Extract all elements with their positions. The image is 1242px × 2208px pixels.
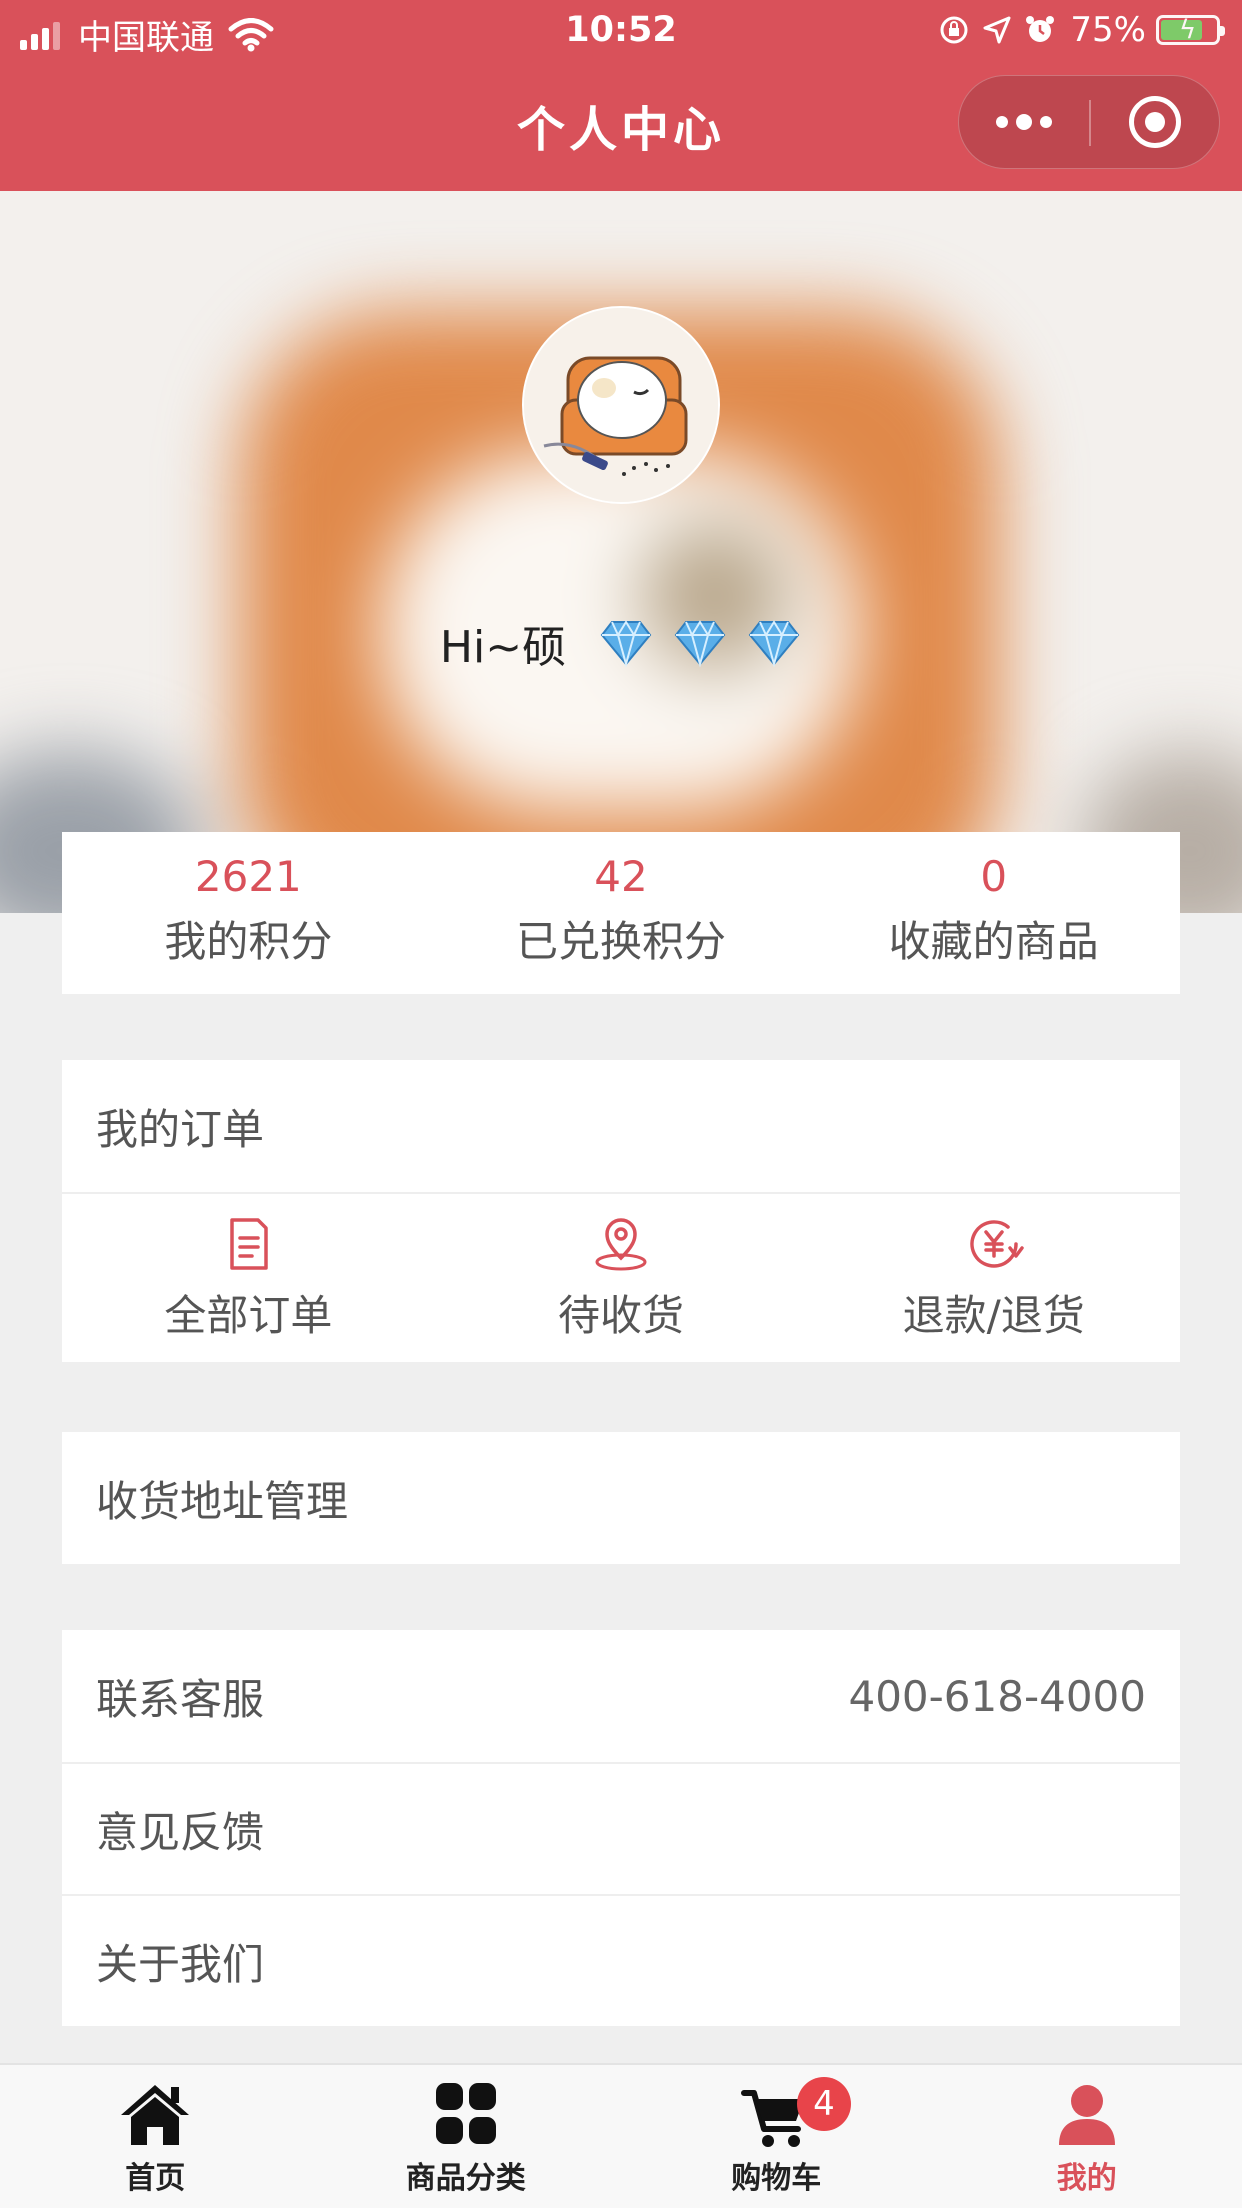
close-mini-program-button[interactable] bbox=[1091, 76, 1219, 168]
feedback-label: 意见反馈 bbox=[96, 1807, 265, 1857]
home-icon bbox=[121, 2085, 190, 2145]
address-management-row[interactable]: 收货地址管理 bbox=[62, 1432, 1180, 1564]
tab-categories[interactable]: 商品分类 bbox=[311, 2065, 622, 2208]
more-dots-icon bbox=[996, 114, 1052, 130]
refund-return-label: 退款/退货 bbox=[902, 1291, 1085, 1340]
battery-icon: ϟ bbox=[1156, 15, 1225, 45]
diamond-icon bbox=[674, 620, 726, 667]
order-shortcuts: 全部订单 待收货 退款/退货 bbox=[62, 1192, 1180, 1362]
tab-cart-label: 购物车 bbox=[731, 2161, 822, 2196]
avatar-image bbox=[524, 308, 718, 502]
location-arrow-icon bbox=[983, 16, 1011, 44]
more-options-button[interactable] bbox=[959, 76, 1089, 168]
profile-header: Hi~硕 bbox=[0, 191, 1242, 913]
user-greeting: Hi~硕 bbox=[439, 622, 567, 673]
stat-favorites[interactable]: 0 收藏的商品 bbox=[807, 832, 1180, 994]
status-bar: 中国联通 10:52 75% ϟ bbox=[0, 0, 1242, 62]
diamond-icon bbox=[748, 620, 800, 667]
refund-return-button[interactable]: 退款/退货 bbox=[807, 1194, 1180, 1362]
service-phone[interactable]: 400-618-4000 bbox=[848, 1672, 1146, 1721]
points-stats-card: 2621 我的积分 42 已兑换积分 0 收藏的商品 bbox=[62, 832, 1180, 994]
about-us-row[interactable]: 关于我们 bbox=[62, 1894, 1180, 2026]
refund-yen-icon bbox=[969, 1220, 1024, 1268]
avatar[interactable] bbox=[522, 306, 720, 504]
member-level-gems bbox=[580, 619, 802, 667]
tab-mine[interactable]: 我的 bbox=[932, 2065, 1242, 2208]
my-orders-label: 我的订单 bbox=[96, 1104, 265, 1154]
rotation-lock-icon bbox=[940, 16, 968, 44]
location-pin-icon bbox=[595, 1218, 647, 1271]
stat-my-points[interactable]: 2621 我的积分 bbox=[62, 832, 435, 994]
contact-service-row[interactable]: 联系客服 400-618-4000 bbox=[62, 1630, 1180, 1762]
stat-label: 我的积分 bbox=[164, 917, 333, 967]
tab-categories-label: 商品分类 bbox=[405, 2161, 526, 2196]
tab-mine-label: 我的 bbox=[1056, 2161, 1117, 2196]
bottom-tab-bar: 首页 商品分类 购物车 4 我的 bbox=[0, 2063, 1242, 2208]
diamond-icon bbox=[600, 620, 652, 667]
pending-delivery-label: 待收货 bbox=[558, 1291, 685, 1340]
feedback-row[interactable]: 意见反馈 bbox=[62, 1762, 1180, 1894]
alarm-icon bbox=[1026, 16, 1055, 42]
stat-redeemed-points[interactable]: 42 已兑换积分 bbox=[435, 832, 808, 994]
greeting: Hi~硕 bbox=[0, 611, 1242, 675]
battery-percent: 75% bbox=[1070, 10, 1146, 50]
service-card: 联系客服 400-618-4000 意见反馈 关于我们 bbox=[62, 1630, 1180, 2026]
tab-home-label: 首页 bbox=[125, 2161, 186, 2196]
stat-value: 2621 bbox=[194, 852, 302, 901]
address-card: 收货地址管理 bbox=[62, 1432, 1180, 1564]
target-circle-icon bbox=[1129, 96, 1181, 148]
tab-home[interactable]: 首页 bbox=[0, 2065, 311, 2208]
stat-value: 42 bbox=[594, 852, 648, 901]
mini-program-capsule bbox=[958, 75, 1220, 169]
stat-value: 0 bbox=[980, 852, 1008, 901]
stat-label: 已兑换积分 bbox=[516, 917, 727, 967]
stat-label: 收藏的商品 bbox=[888, 917, 1099, 967]
pending-delivery-button[interactable]: 待收货 bbox=[435, 1194, 808, 1362]
contact-service-label: 联系客服 bbox=[96, 1674, 265, 1724]
about-us-label: 关于我们 bbox=[96, 1939, 265, 1989]
address-management-label: 收货地址管理 bbox=[96, 1476, 349, 1526]
all-orders-button[interactable]: 全部订单 bbox=[62, 1194, 435, 1362]
grid-icon bbox=[435, 2083, 496, 2144]
all-orders-label: 全部订单 bbox=[164, 1291, 333, 1340]
user-icon bbox=[1058, 2085, 1115, 2145]
cart-count-badge: 4 bbox=[797, 2077, 851, 2131]
tab-cart[interactable]: 购物车 4 bbox=[621, 2065, 932, 2208]
blurred-avatar-background bbox=[0, 191, 1242, 913]
top-bar: 中国联通 10:52 75% ϟ 个人中心 bbox=[0, 0, 1242, 191]
my-orders-row[interactable]: 我的订单 bbox=[62, 1060, 1180, 1192]
document-icon bbox=[230, 1218, 269, 1270]
title-bar: 个人中心 bbox=[0, 62, 1242, 191]
orders-card: 我的订单 全部订单 待收货 退款/退货 bbox=[62, 1060, 1180, 1362]
